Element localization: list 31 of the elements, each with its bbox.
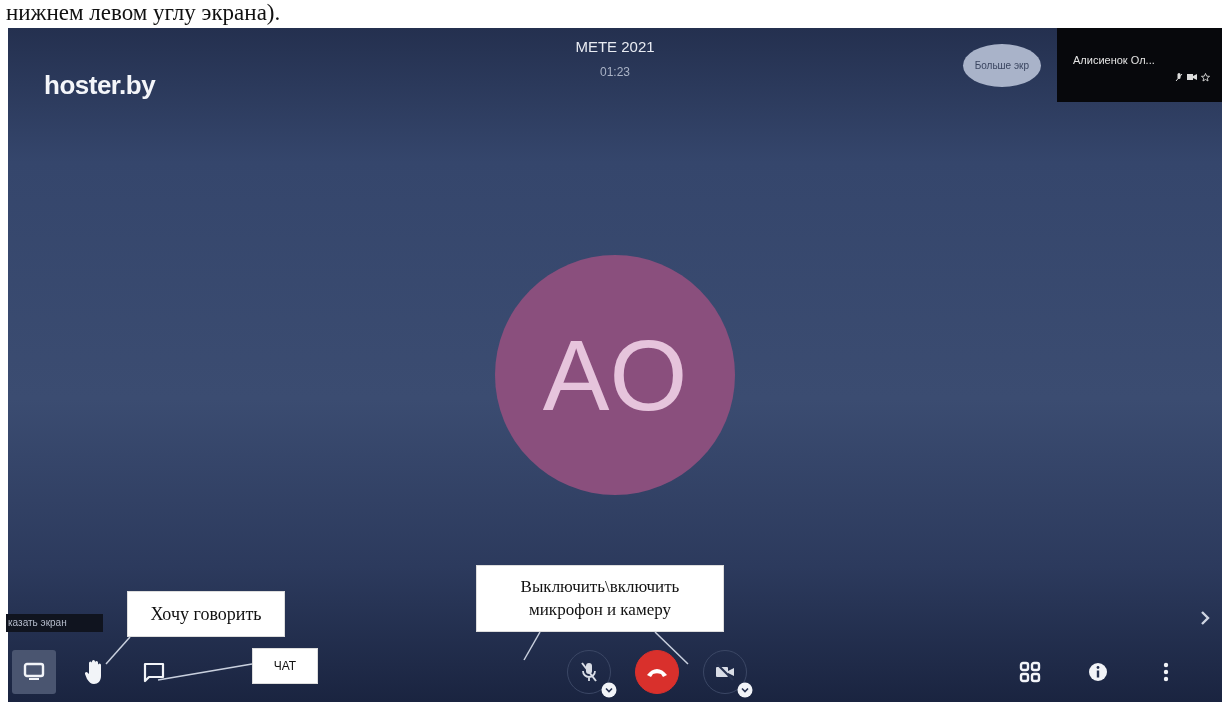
phone-icon [645, 666, 669, 678]
caret-icon[interactable] [601, 682, 617, 698]
microphone-icon [579, 661, 599, 683]
callout-label: Выключить\включить микрофон и камеру [476, 565, 724, 632]
camera-off-icon [1187, 72, 1197, 82]
more-icon [1163, 662, 1169, 682]
tooltip: казать экран [6, 614, 103, 632]
hang-up-button[interactable] [635, 650, 679, 694]
leader-line [105, 636, 131, 665]
share-screen-button[interactable] [12, 650, 56, 694]
meeting-timer: 01:23 [599, 63, 631, 81]
muted-mic-icon [1175, 72, 1183, 82]
logo: hoster.by [44, 69, 157, 102]
callout-label: ЧАТ [252, 648, 318, 684]
participant-name: Алисиенок Ол... [1073, 53, 1156, 68]
view-toggle-button[interactable]: Больше экр [962, 44, 1041, 87]
leader-line [523, 631, 541, 661]
monitor-icon [23, 662, 45, 682]
callout-label: Хочу говорить [127, 591, 285, 637]
avatar: AO [495, 255, 735, 495]
leader-line [654, 631, 689, 665]
chat-icon [142, 661, 166, 683]
info-icon [1088, 662, 1108, 682]
document-text: нижнем левом углу экрана). [5, 0, 282, 27]
chevron-right-icon[interactable] [1200, 610, 1210, 626]
caret-icon[interactable] [737, 682, 753, 698]
meeting-title: METE 2021 [575, 37, 655, 57]
participant-thumbnail[interactable]: Алисиенок Ол... [1057, 28, 1222, 102]
star-icon [1201, 72, 1210, 82]
camera-icon [714, 663, 736, 681]
grid-icon [1019, 661, 1041, 683]
